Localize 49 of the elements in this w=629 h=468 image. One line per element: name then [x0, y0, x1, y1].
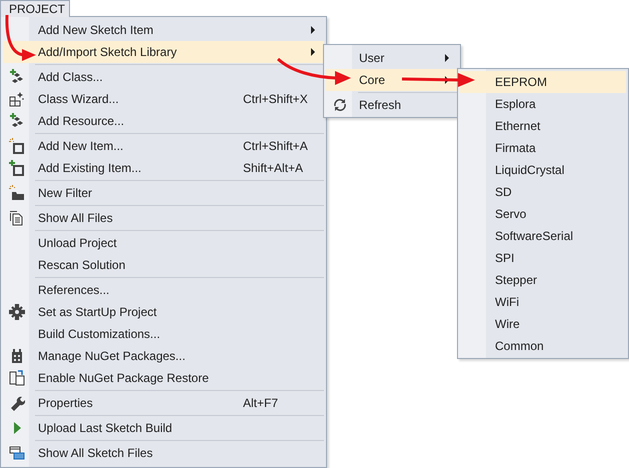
menu-item[interactable]: Show All Sketch Files [3, 442, 324, 464]
menu-item[interactable]: Upload Last Sketch Build [3, 417, 324, 439]
existing-item-icon [9, 160, 25, 176]
menu-item[interactable]: Esplora [460, 93, 626, 115]
menu-item[interactable]: Add New Sketch Item [3, 19, 324, 41]
menu-item[interactable]: SoftwareSerial [460, 225, 626, 247]
new-item-icon [9, 138, 25, 154]
menu-item[interactable]: Ethernet [460, 115, 626, 137]
menu-item[interactable]: Unload Project [3, 232, 324, 254]
menu-item[interactable]: Manage NuGet Packages... [3, 345, 324, 367]
menu-item[interactable]: EEPROM [460, 71, 626, 93]
menu-item[interactable]: Show All Files [3, 207, 324, 229]
windows-icon [9, 445, 25, 461]
folder-icon [9, 185, 25, 201]
add-class-icon [9, 69, 25, 85]
menu-item[interactable]: Stepper [460, 269, 626, 291]
menu-item[interactable]: Add Class... [3, 66, 324, 88]
menu-item[interactable]: New Filter [3, 182, 324, 204]
gear-icon [9, 304, 25, 320]
menu-item[interactable]: User [326, 47, 458, 69]
menu-item[interactable]: Build Customizations... [3, 323, 324, 345]
menu-item[interactable]: References... [3, 279, 324, 301]
menu-item[interactable]: Add/Import Sketch Library [3, 41, 324, 63]
menu-item[interactable]: Servo [460, 203, 626, 225]
menu-item[interactable]: Add New Item... Ctrl+Shift+A [3, 135, 324, 157]
menu-item[interactable]: WiFi [460, 291, 626, 313]
menu-bar-tab[interactable]: PROJECT [0, 0, 70, 17]
menu-item[interactable]: Add Resource... [3, 110, 324, 132]
wrench-icon [9, 395, 25, 411]
add-class-icon [9, 113, 25, 129]
menu-item[interactable]: Class Wizard... Ctrl+Shift+X [3, 88, 324, 110]
menu-item[interactable]: Enable NuGet Package Restore [3, 367, 324, 389]
menu-item[interactable]: Properties Alt+F7 [3, 392, 324, 414]
files-icon [9, 210, 25, 226]
package-icon [9, 348, 25, 364]
menu-item[interactable]: SPI [460, 247, 626, 269]
menu-item[interactable]: Refresh [326, 94, 458, 116]
menu-item[interactable]: Firmata [460, 137, 626, 159]
menu-item[interactable]: Common [460, 335, 626, 357]
menu-item[interactable]: Add Existing Item... Shift+Alt+A [3, 157, 324, 179]
refresh-icon [332, 97, 348, 113]
menu-item[interactable]: Wire [460, 313, 626, 335]
menu-item[interactable]: LiquidCrystal [460, 159, 626, 181]
annotation-arrow [5, 14, 36, 61]
menu-item[interactable]: Set as StartUp Project [3, 301, 324, 323]
menu-item[interactable]: Rescan Solution [3, 254, 324, 276]
class-wizard-icon [9, 91, 25, 107]
menu-item[interactable]: SD [460, 181, 626, 203]
restore-icon [9, 370, 25, 386]
